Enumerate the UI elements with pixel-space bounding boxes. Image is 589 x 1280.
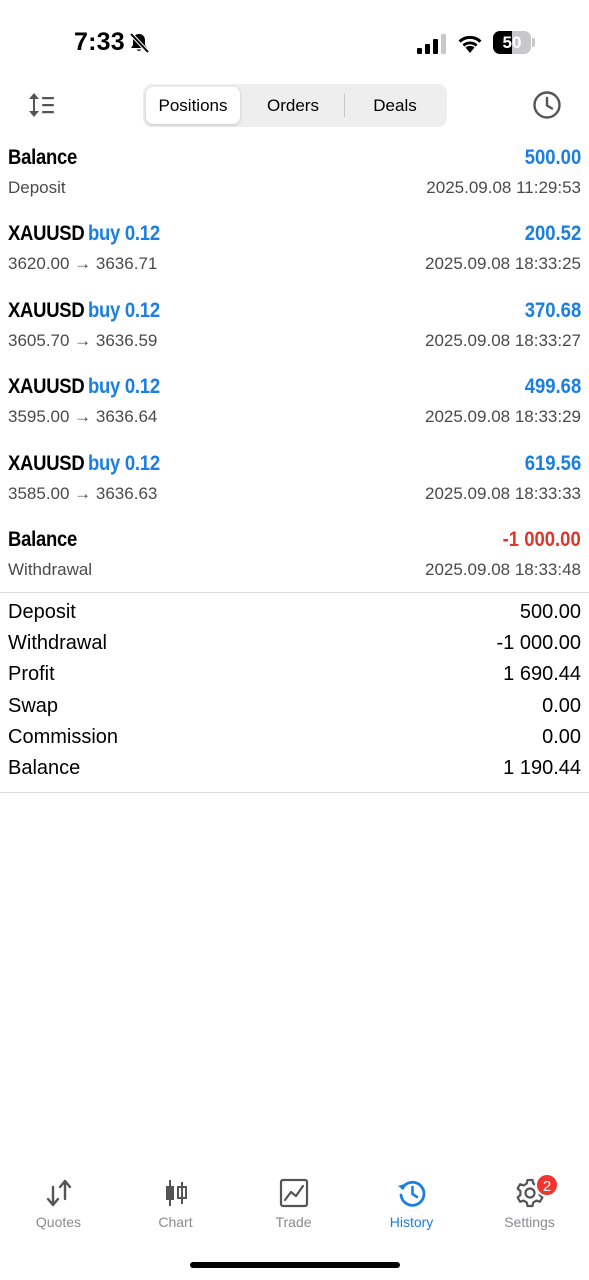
summary-value: 1 190.44 xyxy=(503,756,581,779)
summary-label: Balance xyxy=(8,756,81,779)
tab-label: Quotes xyxy=(35,1214,82,1230)
clock-icon[interactable] xyxy=(532,90,562,120)
summary-value: 0.00 xyxy=(542,694,581,717)
list-item[interactable]: XAUUSD buy 0.12 200.52 3620.00 → 3636.71 … xyxy=(0,216,589,292)
record-time: 2025.09.08 18:33:33 xyxy=(425,483,581,503)
tab-deals[interactable]: Deals xyxy=(345,87,445,124)
record-title: XAUUSD buy 0.12 xyxy=(8,298,160,322)
record-time: 2025.09.08 18:33:29 xyxy=(425,407,581,427)
wifi-icon xyxy=(458,35,482,53)
list-item[interactable]: XAUUSD buy 0.12 619.56 3585.00 → 3636.63 … xyxy=(0,446,589,522)
record-description: Withdrawal xyxy=(8,559,93,579)
summary-section: Deposit 500.00 Withdrawal -1 000.00 Prof… xyxy=(0,599,589,786)
toolbar: Positions Orders Deals xyxy=(0,84,589,130)
record-prices: 3605.70 → 3636.59 xyxy=(8,330,158,350)
summary-value: 0.00 xyxy=(542,725,581,748)
summary-label: Profit xyxy=(8,663,55,686)
cellular-signal-icon xyxy=(417,34,446,54)
status-time: 7:33 xyxy=(74,28,125,56)
record-description: Deposit xyxy=(8,178,66,197)
summary-label: Swap xyxy=(8,694,59,717)
record-amount: 619.56 xyxy=(524,451,581,475)
record-title: Balance xyxy=(8,146,78,169)
summary-label: Withdrawal xyxy=(8,632,107,655)
divider xyxy=(0,792,589,793)
tab-orders[interactable]: Orders xyxy=(243,87,343,124)
battery-percent: 50 xyxy=(502,33,522,52)
divider xyxy=(0,592,589,593)
record-title: XAUUSD buy 0.12 xyxy=(8,222,160,246)
record-amount: -1 000.00 xyxy=(502,527,581,551)
trade-icon xyxy=(279,1178,308,1208)
record-amount: 370.68 xyxy=(524,298,581,322)
tab-label: History xyxy=(389,1214,434,1230)
history-icon xyxy=(397,1180,425,1207)
summary-value: -1 000.00 xyxy=(496,632,581,655)
record-time: 2025.09.08 11:29:53 xyxy=(426,178,581,197)
list-item[interactable]: Balance 500.00 Deposit 2025.09.08 11:29:… xyxy=(0,140,589,216)
record-amount: 200.52 xyxy=(524,222,581,246)
chart-icon xyxy=(165,1180,187,1206)
record-time: 2025.09.08 18:33:27 xyxy=(425,330,581,350)
summary-row: Profit 1 690.44 xyxy=(0,661,589,692)
notification-badge: 2 xyxy=(535,1173,559,1197)
summary-label: Commission xyxy=(8,725,119,748)
record-title: XAUUSD buy 0.12 xyxy=(8,451,160,475)
tab-label: Settings xyxy=(504,1214,555,1230)
tab-chart[interactable]: Chart xyxy=(117,1170,234,1230)
record-prices: 3595.00 → 3636.64 xyxy=(8,407,158,427)
home-indicator[interactable] xyxy=(190,1262,400,1268)
list-item[interactable]: Balance -1 000.00 Withdrawal 2025.09.08 … xyxy=(0,522,589,598)
summary-value: 500.00 xyxy=(519,601,581,623)
record-title: Balance xyxy=(8,527,78,551)
summary-label: Deposit xyxy=(8,601,76,623)
summary-row: Commission 0.00 xyxy=(0,724,589,755)
record-prices: 3620.00 → 3636.71 xyxy=(8,254,158,274)
tab-quotes[interactable]: Quotes xyxy=(0,1170,117,1230)
tab-trade[interactable]: Trade xyxy=(235,1170,352,1230)
record-prices: 3585.00 → 3636.63 xyxy=(8,483,158,503)
tab-label: Trade xyxy=(275,1214,312,1230)
summary-row: Deposit 500.00 xyxy=(0,599,589,630)
history-list: Balance 500.00 Deposit 2025.09.08 11:29:… xyxy=(0,140,589,598)
summary-row: Withdrawal -1 000.00 xyxy=(0,630,589,661)
record-amount: 500.00 xyxy=(524,146,581,169)
summary-row: Balance 1 190.44 xyxy=(0,755,589,786)
tab-settings[interactable]: Settings 2 xyxy=(471,1170,588,1230)
quotes-icon xyxy=(46,1179,71,1207)
tab-label: Chart xyxy=(158,1214,193,1230)
summary-value: 1 690.44 xyxy=(503,663,581,686)
record-time: 2025.09.08 18:33:48 xyxy=(425,559,581,579)
sort-icon[interactable] xyxy=(28,92,56,118)
list-item[interactable]: XAUUSD buy 0.12 499.68 3595.00 → 3636.64 … xyxy=(0,369,589,445)
record-amount: 499.68 xyxy=(524,375,581,399)
segmented-control: Positions Orders Deals xyxy=(143,84,447,127)
tab-positions[interactable]: Positions xyxy=(146,87,240,124)
record-title: XAUUSD buy 0.12 xyxy=(8,375,160,399)
summary-row: Swap 0.00 xyxy=(0,693,589,724)
tab-history[interactable]: History xyxy=(353,1170,470,1230)
battery-indicator: 50 xyxy=(493,31,535,54)
list-item[interactable]: XAUUSD buy 0.12 370.68 3605.70 → 3636.59 … xyxy=(0,293,589,369)
bell-muted-icon xyxy=(129,32,150,54)
record-time: 2025.09.08 18:33:25 xyxy=(425,254,581,274)
status-bar: 7:33 50 xyxy=(0,0,589,84)
